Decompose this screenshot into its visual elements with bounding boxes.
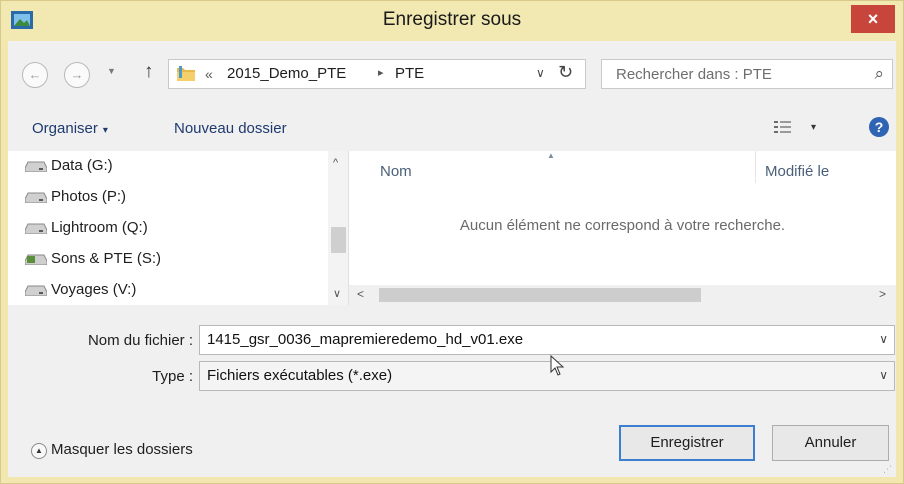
back-arrow-icon: ←: [28, 67, 42, 82]
breadcrumb-overflow[interactable]: «: [205, 66, 213, 82]
file-list: Nom ▲ Modifié le Aucun élément ne corres…: [349, 151, 896, 305]
save-as-dialog: Enregistrer sous × ← → ▼ ↑ « 2015_Demo_P…: [0, 0, 904, 484]
recent-locations-dropdown[interactable]: ▼: [107, 66, 116, 76]
address-row: ← → ▼ ↑ « 2015_Demo_PTE ▸ PTE ∨ ↻ ⌕: [8, 41, 896, 107]
scroll-up-icon[interactable]: ^: [333, 157, 338, 169]
nav-item-voyages[interactable]: Voyages (V:): [25, 277, 137, 303]
filename-value[interactable]: 1415_gsr_0036_mapremieredemo_hd_v01.exe: [207, 331, 523, 348]
chevron-down-icon: ▼: [107, 66, 116, 76]
forward-button[interactable]: →: [64, 62, 90, 88]
mouse-cursor-icon: [550, 355, 565, 376]
scrollbar-thumb[interactable]: [331, 227, 346, 253]
dialog-body: ← → ▼ ↑ « 2015_Demo_PTE ▸ PTE ∨ ↻ ⌕: [8, 41, 896, 477]
search-box[interactable]: ⌕: [601, 59, 893, 89]
address-bar[interactable]: « 2015_Demo_PTE ▸ PTE ∨ ↻: [168, 59, 586, 89]
view-dropdown-icon[interactable]: ▾: [811, 122, 816, 133]
hide-folders-label: Masquer les dossiers: [51, 441, 193, 458]
forward-arrow-icon: →: [70, 67, 84, 82]
filename-field[interactable]: 1415_gsr_0036_mapremieredemo_hd_v01.exe …: [199, 325, 895, 355]
filename-label: Nom du fichier :: [87, 332, 193, 349]
title-bar: Enregistrer sous ×: [1, 1, 903, 41]
network-drive-icon: [25, 254, 47, 265]
type-label: Type :: [152, 368, 193, 385]
nav-item-lightroom[interactable]: Lightroom (Q:): [25, 215, 148, 241]
chevron-down-icon[interactable]: ∨: [879, 368, 888, 382]
scrollbar-thumb[interactable]: [379, 288, 701, 302]
view-options-icon[interactable]: [773, 119, 793, 137]
nav-item-photos[interactable]: Photos (P:): [25, 184, 127, 210]
search-input[interactable]: [610, 60, 862, 88]
breadcrumb-item[interactable]: 2015_Demo_PTE: [227, 65, 346, 82]
nav-item-label: Data (G:): [51, 157, 113, 174]
breadcrumb-item[interactable]: PTE: [395, 65, 424, 82]
search-icon[interactable]: ⌕: [874, 64, 884, 84]
save-button[interactable]: Enregistrer: [619, 425, 755, 461]
folder-icon: [177, 66, 195, 81]
column-divider[interactable]: [755, 151, 756, 183]
column-header-name[interactable]: Nom: [380, 163, 412, 180]
scroll-right-icon[interactable]: >: [879, 287, 886, 301]
organiser-label: Organiser: [32, 120, 98, 137]
file-type-value: Fichiers exécutables (*.exe): [207, 367, 393, 384]
new-folder-button[interactable]: Nouveau dossier: [174, 120, 287, 137]
close-icon: ×: [867, 9, 879, 29]
resize-grip-icon[interactable]: ⋰: [883, 464, 892, 475]
empty-results-message: Aucun élément ne correspond à votre rech…: [459, 217, 786, 234]
drive-icon: [25, 223, 47, 234]
back-button[interactable]: ←: [22, 62, 48, 88]
nav-item-label: Lightroom (Q:): [51, 219, 148, 236]
up-button[interactable]: ↑: [144, 61, 154, 83]
cancel-button[interactable]: Annuler: [772, 425, 889, 461]
nav-item-label: Photos (P:): [51, 188, 127, 205]
up-arrow-icon: ↑: [144, 61, 154, 82]
nav-item-label: Voyages (V:): [51, 281, 137, 298]
column-header-modified[interactable]: Modifié le: [765, 163, 829, 180]
file-list-scrollbar[interactable]: < >: [349, 285, 896, 305]
breadcrumb-separator[interactable]: ▸: [378, 66, 384, 79]
nav-item-data[interactable]: Data (G:): [25, 153, 113, 179]
help-icon[interactable]: ?: [869, 117, 889, 137]
command-bar: Organiser ▾ Nouveau dossier ▾ ?: [8, 109, 896, 149]
sort-ascending-icon: ▲: [547, 151, 555, 160]
dialog-title: Enregistrer sous: [382, 9, 522, 30]
navigation-pane: Data (G:) Photos (P:) Lightroom (Q:) Son…: [8, 151, 349, 305]
drive-icon: [25, 161, 47, 172]
collapse-icon: ▲: [31, 443, 47, 459]
nav-item-label: Sons & PTE (S:): [51, 250, 162, 267]
nav-pane-scrollbar[interactable]: ^ ∨: [328, 151, 348, 305]
file-type-select[interactable]: Fichiers exécutables (*.exe) ∨: [199, 361, 895, 391]
drive-icon: [25, 285, 47, 296]
caret-down-icon: ▾: [102, 125, 108, 136]
refresh-icon[interactable]: ↻: [558, 62, 573, 83]
organiser-button[interactable]: Organiser ▾: [32, 120, 108, 137]
address-dropdown-icon[interactable]: ∨: [536, 66, 545, 80]
scroll-down-icon[interactable]: ∨: [333, 287, 341, 300]
nav-item-sons-pte[interactable]: Sons & PTE (S:): [25, 246, 162, 272]
drive-icon: [25, 192, 47, 203]
close-button[interactable]: ×: [851, 5, 895, 33]
scroll-left-icon[interactable]: <: [357, 287, 364, 301]
chevron-down-icon[interactable]: ∨: [879, 332, 888, 346]
